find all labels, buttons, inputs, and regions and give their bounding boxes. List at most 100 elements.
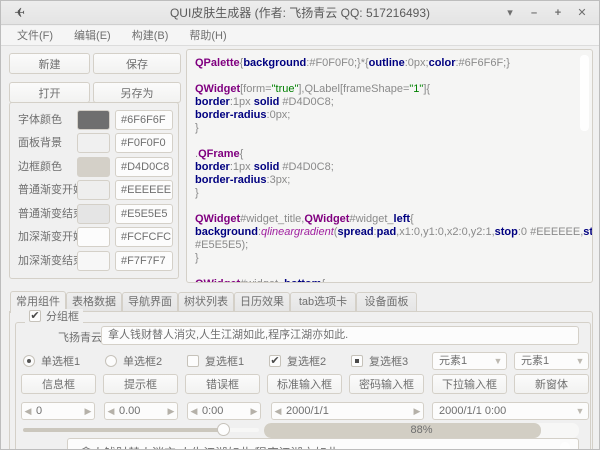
maximize-icon[interactable]: + <box>547 1 569 25</box>
spin-right-arrow-icon[interactable]: ▶ <box>411 406 423 417</box>
color-hex-field[interactable]: #FCFCFC <box>115 227 173 247</box>
checkbox-unchecked-icon <box>187 355 199 367</box>
title-bar: ✈ QUI皮肤生成器 (作者: 飞扬青云 QQ: 517216493) ▾ – … <box>1 1 599 25</box>
color-swatch-button[interactable] <box>77 180 110 200</box>
color-hex-field[interactable]: #F0F0F0 <box>115 133 173 153</box>
color-label: 字体颜色 <box>18 110 62 130</box>
spin-left-arrow-icon[interactable]: ◀ <box>105 406 117 417</box>
hint-dialog-button[interactable]: 提示框 <box>103 374 178 394</box>
chevron-down-icon: ▼ <box>572 406 588 416</box>
checkbox-2[interactable]: ✔ 复选框2 <box>269 354 326 368</box>
spin-left-arrow-icon[interactable]: ◀ <box>22 406 34 417</box>
color-swatch-button[interactable] <box>77 204 110 224</box>
tab-tree-list[interactable]: 树状列表 <box>178 292 234 312</box>
radio-checked-icon <box>23 355 35 367</box>
tab-calendar[interactable]: 日历效果 <box>234 292 290 312</box>
spin-left-arrow-icon[interactable]: ◀ <box>188 406 200 417</box>
double-spinbox-value: 0.00 <box>117 405 165 417</box>
checkbox-3-label: 复选框3 <box>369 353 408 369</box>
vertical-scrollbar-thumb[interactable] <box>580 55 589 131</box>
combo-box-1[interactable]: 元素1 ▼ <box>432 352 507 370</box>
info-dialog-button[interactable]: 信息框 <box>21 374 96 394</box>
date-edit-value: 2000/1/1 <box>284 405 411 417</box>
spin-right-arrow-icon[interactable]: ▶ <box>82 406 94 417</box>
combo-1-value: 元素1 <box>433 353 490 369</box>
error-dialog-button[interactable]: 错误框 <box>185 374 260 394</box>
combo-box-2[interactable]: 元素1 ▼ <box>514 352 589 370</box>
radio-1-label: 单选框1 <box>41 353 80 369</box>
time-edit[interactable]: ◀ 0:00 ▶ <box>187 402 261 420</box>
tab-nav-ui[interactable]: 导航界面 <box>122 292 178 312</box>
checkbox-checked-icon: ✔ <box>269 355 281 367</box>
new-window-button[interactable]: 新窗体 <box>514 374 589 394</box>
color-hex-field[interactable]: #D4D0C8 <box>115 157 173 177</box>
color-hex-field[interactable]: #F7F7F7 <box>115 251 173 271</box>
radio-unchecked-icon <box>105 355 117 367</box>
int-spinbox[interactable]: ◀ 0 ▶ <box>21 402 95 420</box>
minimize-icon[interactable]: – <box>523 1 545 25</box>
close-icon[interactable]: ✕ <box>571 1 593 25</box>
spin-left-arrow-icon[interactable]: ◀ <box>272 406 284 417</box>
author-label-text: 飞扬青云 <box>58 329 102 345</box>
progress-label: 88% <box>264 423 579 438</box>
menu-bar: 文件(F) 编辑(E) 构建(B) 帮助(H) <box>1 26 599 46</box>
color-swatch-button[interactable] <box>77 133 110 153</box>
menu-build[interactable]: 构建(B) <box>126 26 175 46</box>
tab-device-panel[interactable]: 设备面板 <box>356 292 417 312</box>
groupbox-title: ✔ 分组框 <box>25 309 83 323</box>
color-swatch-button[interactable] <box>77 110 110 130</box>
text-edit-content: 拿人钱财替人消灾,人生江湖如此,程序江湖亦如此. <box>80 444 342 450</box>
color-swatch-button[interactable] <box>77 227 110 247</box>
color-hex-field[interactable]: #E5E5E5 <box>115 204 173 224</box>
menu-edit[interactable]: 编辑(E) <box>68 26 117 46</box>
color-label: 加深渐变结束 <box>18 251 84 271</box>
save-as-button[interactable]: 另存为 <box>93 82 181 103</box>
color-swatch-button[interactable] <box>77 157 110 177</box>
password-input-button[interactable]: 密码输入框 <box>349 374 424 394</box>
checkbox-1[interactable]: 复选框1 <box>187 354 244 368</box>
open-button[interactable]: 打开 <box>9 82 90 103</box>
qss-code-editor[interactable]: QPalette{background:#F0F0F0;}*{outline:0… <box>186 49 593 283</box>
date-edit[interactable]: ◀ 2000/1/1 ▶ <box>271 402 424 420</box>
radio-2-label: 单选框2 <box>123 353 162 369</box>
double-spinbox[interactable]: ◀ 0.00 ▶ <box>104 402 178 420</box>
bottom-text-edit[interactable]: 拿人钱财替人消灾,人生江湖如此,程序江湖亦如此. <box>67 438 579 450</box>
checkbox-2-label: 复选框2 <box>287 353 326 369</box>
groupbox-checkbox-checked-icon[interactable]: ✔ <box>29 310 41 322</box>
app-window: ✈ QUI皮肤生成器 (作者: 飞扬青云 QQ: 517216493) ▾ – … <box>0 0 600 450</box>
menu-help[interactable]: 帮助(H) <box>183 26 232 46</box>
checkbox-3[interactable]: 复选框3 <box>351 354 408 368</box>
spin-right-arrow-icon[interactable]: ▶ <box>165 406 177 417</box>
color-hex-field[interactable]: #EEEEEE <box>115 180 173 200</box>
color-hex-field[interactable]: #6F6F6F <box>115 110 173 130</box>
motto-line-edit[interactable]: 拿人钱财替人消灾,人生江湖如此,程序江湖亦如此. <box>101 326 579 345</box>
checkbox-1-label: 复选框1 <box>205 353 244 369</box>
checkbox-partial-icon <box>351 355 363 367</box>
window-menu-icon[interactable]: ▾ <box>499 1 521 25</box>
tab-tabwidget[interactable]: tab选项卡 <box>290 292 356 312</box>
datetime-edit-value: 2000/1/1 0:00 <box>433 403 572 419</box>
color-label: 面板背景 <box>18 133 62 153</box>
datetime-edit[interactable]: 2000/1/1 0:00 ▼ <box>432 402 589 420</box>
chevron-down-icon: ▼ <box>490 356 506 366</box>
time-edit-value: 0:00 <box>200 405 248 417</box>
slider-thumb[interactable] <box>217 423 230 436</box>
radio-1[interactable]: 单选框1 <box>23 354 80 368</box>
standard-input-button[interactable]: 标准输入框 <box>267 374 342 394</box>
menu-file[interactable]: 文件(F) <box>11 26 59 46</box>
text-edit-scrollbar-thumb[interactable] <box>560 442 570 450</box>
int-spinbox-value: 0 <box>34 405 82 417</box>
author-label: 飞扬青云 <box>58 330 102 344</box>
color-label: 边框颜色 <box>18 157 62 177</box>
new-button[interactable]: 新建 <box>9 53 90 74</box>
color-settings-panel: 字体颜色 #6F6F6F 面板背景 #F0F0F0 边框颜色 #D4D0C8 普… <box>9 102 179 279</box>
combo-2-value: 元素1 <box>515 353 572 369</box>
groupbox-label: 分组框 <box>46 308 79 324</box>
dropdown-input-button[interactable]: 下拉输入框 <box>432 374 507 394</box>
save-button[interactable]: 保存 <box>93 53 181 74</box>
color-label: 加深渐变开始 <box>18 227 84 247</box>
color-label: 普通渐变开始 <box>18 180 84 200</box>
radio-2[interactable]: 单选框2 <box>105 354 162 368</box>
color-swatch-button[interactable] <box>77 251 110 271</box>
spin-right-arrow-icon[interactable]: ▶ <box>248 406 260 417</box>
